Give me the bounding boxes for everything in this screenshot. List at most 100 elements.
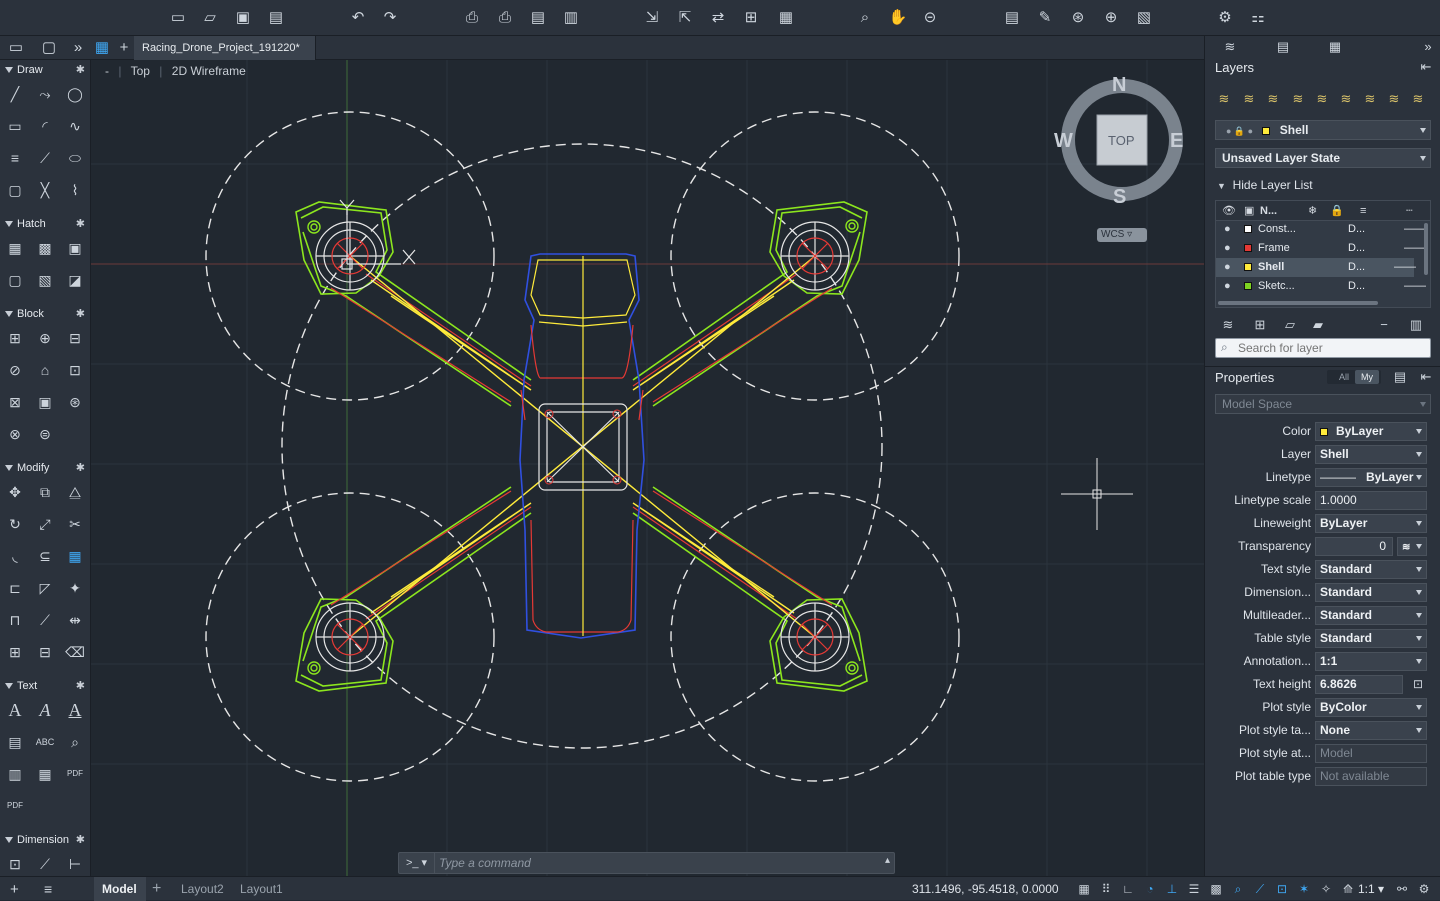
selection-dropdown[interactable]: Model Space (1215, 394, 1431, 414)
insert-block-icon[interactable]: ⊞ (5, 328, 25, 348)
design-center-icon[interactable]: ▧ (1134, 8, 1154, 28)
grid-icon[interactable]: ▦ (1076, 881, 1092, 897)
hatch-icon[interactable]: ▦ (5, 238, 25, 258)
columns-menu-icon[interactable]: ▥ (1407, 316, 1425, 334)
move-icon[interactable]: ✥ (5, 482, 25, 502)
new-group-filter-icon[interactable]: ▱ (1281, 316, 1299, 334)
pdf-text-icon[interactable]: PDF (65, 764, 85, 784)
rectangle-icon[interactable]: ▭ (5, 116, 25, 136)
command-input[interactable] (439, 854, 879, 872)
delete-layer-icon[interactable]: − (1375, 316, 1393, 334)
palette-section-text[interactable]: Text ✱ (0, 678, 91, 694)
align-icon[interactable]: ⊞ (5, 642, 25, 662)
arc-icon[interactable]: ◜ (35, 116, 55, 136)
lock-column-icon[interactable]: 🔒 (1330, 201, 1344, 221)
isolate-layer-icon[interactable]: ≋ (1337, 90, 1355, 108)
chamfer-icon[interactable]: ◸ (35, 578, 55, 598)
properties-menu-icon[interactable]: ⇤ (1417, 368, 1435, 386)
add-layout-button[interactable]: + (150, 877, 170, 901)
edit-block-icon[interactable]: ⊟ (65, 328, 85, 348)
polyline-icon[interactable]: ⤳ (35, 84, 55, 104)
circle-icon[interactable]: ◯ (65, 84, 85, 104)
explode-icon[interactable]: ✦ (65, 578, 85, 598)
text-align-icon[interactable]: ▥ (5, 764, 25, 784)
web-icon[interactable]: ⊞ (741, 8, 761, 28)
linetype-column-icon[interactable]: ┄ (1406, 201, 1413, 221)
lengthen-icon[interactable]: ⟋ (35, 610, 55, 630)
filter-my[interactable]: My (1355, 370, 1379, 384)
ortho-icon[interactable]: ∟ (1120, 881, 1136, 897)
viewcube-east[interactable]: E (1170, 130, 1183, 153)
offset-icon[interactable]: ⊆ (35, 546, 55, 566)
write-block-icon[interactable]: ⊠ (5, 392, 25, 412)
visibility-column-icon[interactable]: 👁 (1222, 201, 1236, 221)
annotation-visibility-icon[interactable]: ✧ (1318, 881, 1334, 897)
ray-icon[interactable]: ⟋ (35, 148, 55, 168)
open-file-icon[interactable]: ▱ (200, 8, 220, 28)
save-icon[interactable]: ▣ (233, 8, 253, 28)
layer-states-icon[interactable]: ≋ (1264, 90, 1282, 108)
define-attribute-icon[interactable]: ⊘ (5, 360, 25, 380)
prop-linetype-scale-input[interactable]: 1.0000 (1315, 491, 1427, 510)
wcs-menu[interactable]: WCS ▿ (1097, 228, 1147, 242)
layer-properties-icon[interactable]: ≋ (1219, 316, 1237, 334)
current-column-icon[interactable]: ▣ (1244, 201, 1254, 221)
xref-icon[interactable]: ⊛ (1068, 8, 1088, 28)
isodraft-icon[interactable]: ⊥ (1164, 881, 1180, 897)
object-snap-icon[interactable]: ⊡ (1274, 881, 1290, 897)
new-tab-icon[interactable]: + (114, 38, 134, 58)
new-property-filter-icon[interactable]: ▰ (1309, 316, 1327, 334)
paper-space-icon[interactable]: ▢ (39, 38, 59, 58)
palette-section-modify[interactable]: Modify ✱ (0, 460, 91, 476)
annotation-scale-icon[interactable]: ⟰ (1340, 881, 1356, 897)
pan-icon[interactable]: ✋ (888, 8, 908, 28)
palette-section-dimension[interactable]: Dimension ✱ (0, 832, 91, 848)
ellipse-icon[interactable]: ⬭ (65, 148, 85, 168)
revcloud-icon[interactable]: ⌇ (65, 180, 85, 200)
layer-list-hscrollbar[interactable] (1218, 301, 1378, 305)
publish-icon[interactable]: ▥ (561, 8, 581, 28)
prop-lineweight-dropdown[interactable]: ByLayer (1315, 514, 1427, 533)
expand-history-icon[interactable]: ▴ (885, 855, 890, 866)
current-layer-dropdown[interactable]: ● 🔒 ● Shell (1215, 120, 1431, 140)
orbit-icon[interactable]: ⊝ (920, 8, 940, 28)
gear-icon[interactable]: ✱ (76, 832, 85, 848)
color-column-icon[interactable]: ≡ (1360, 201, 1366, 221)
attribute-editor-icon[interactable]: ⊡ (65, 360, 85, 380)
plot-icon[interactable]: ⎙ (462, 8, 482, 28)
fillet-icon[interactable]: ◟ (5, 546, 25, 566)
prop-layer-dropdown[interactable]: Shell (1315, 445, 1427, 464)
multiline-icon[interactable]: ≡ (5, 148, 25, 168)
viewcube-west[interactable]: W (1054, 130, 1073, 153)
trim-icon[interactable]: ✂ (65, 514, 85, 534)
block-attributes-icon[interactable]: ⊜ (35, 424, 55, 444)
multiline-text-icon[interactable]: A (5, 700, 25, 720)
layer-state-dropdown[interactable]: Unsaved Layer State (1215, 148, 1431, 168)
gear-icon[interactable]: ✱ (76, 460, 85, 476)
sheet-set-icon[interactable]: ⚏ (1248, 8, 1268, 28)
text-style-icon[interactable]: A (35, 700, 55, 720)
model-space-icon[interactable]: ▭ (6, 38, 26, 58)
prop-text-style-dropdown[interactable]: Standard (1315, 560, 1427, 579)
prop-text-height-input[interactable]: 6.8626 (1315, 675, 1403, 694)
palette-section-hatch[interactable]: Hatch ✱ (0, 216, 91, 232)
set-current-icon[interactable]: ≋ (1289, 90, 1307, 108)
block-palette-icon[interactable]: ▣ (35, 392, 55, 412)
mirror-icon[interactable]: ⧋ (65, 482, 85, 502)
menu-icon[interactable]: ≡ (44, 881, 52, 897)
name-column-header[interactable]: N... (1260, 201, 1277, 221)
pick-height-icon[interactable]: ⊡ (1409, 675, 1427, 693)
add-icon[interactable]: + (10, 881, 19, 898)
polar-icon[interactable]: ◔ (1142, 881, 1158, 897)
gradient-icon[interactable]: ▩ (35, 238, 55, 258)
import-icon[interactable]: ⇲ (642, 8, 662, 28)
freeze-layer-icon[interactable]: ≋ (1361, 90, 1379, 108)
viewcube-south[interactable]: S (1113, 186, 1126, 209)
properties-icon[interactable]: ▤ (1002, 8, 1022, 28)
create-block-icon[interactable]: ⊕ (35, 328, 55, 348)
erase-icon[interactable]: ⌫ (65, 642, 85, 662)
prop-linetype-dropdown[interactable]: ——— ByLayer (1315, 468, 1427, 487)
settings-icon[interactable]: ⚙ (1416, 881, 1432, 897)
export-icon[interactable]: ⇱ (675, 8, 695, 28)
layer-row-selected[interactable]: ● Shell D... —— (1216, 258, 1416, 277)
